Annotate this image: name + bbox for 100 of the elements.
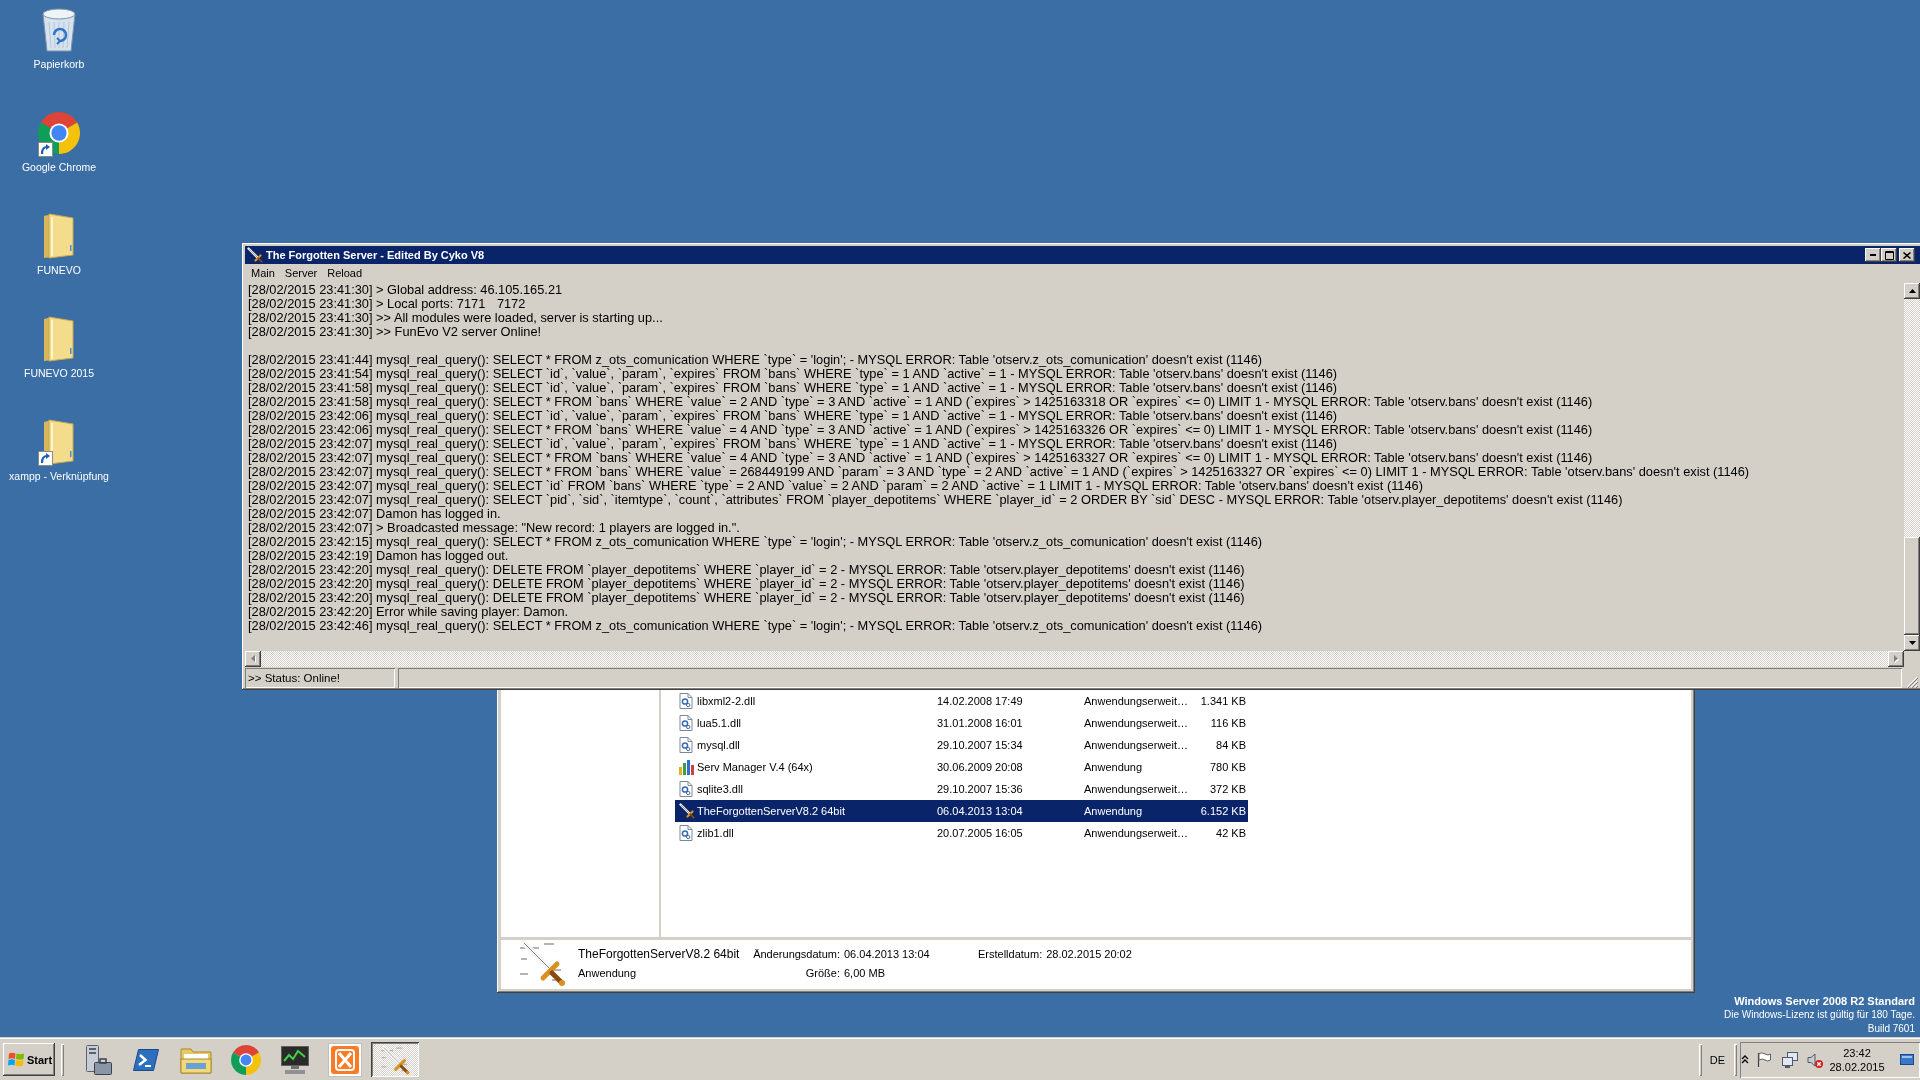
scroll-down-button[interactable]: [1904, 635, 1920, 651]
log-line: [28/02/2015 23:42:06] mysql_real_query(): SELECT * FROM `bans` WHERE `value` = 4 AND `type` = 3 AND `active` = 1 AND (`expires` > 1425163326 OR `expires` <= 0) LIMIT 1 - MYSQL ERROR: Table 'otserv.bans' doesn't exist (1146): [248, 423, 1593, 437]
document-icon: [679, 715, 693, 731]
file-date: 29.10.2007 15:36: [937, 783, 1023, 795]
flag-icon[interactable]: [1757, 1052, 1771, 1067]
file-row[interactable]: lua5.1.dll 31.01.2008 16:01 Anwendungserweit… 116 KB: [675, 712, 1248, 734]
log-line: [28/02/2015 23:42:20] mysql_real_query(): DELETE FROM `player_depotitems` WHERE `player_id` = 2 - MYSQL ERROR: Table 'otserv.player_depotitems' doesn't exist (1146): [248, 591, 1245, 605]
file-date: 30.06.2009 20:08: [937, 761, 1023, 773]
file-name: Serv Manager V.4 (64x): [697, 761, 813, 773]
details-file-name: TheForgottenServerV8.2 64bit: [578, 946, 740, 961]
sword-icon: [247, 247, 263, 263]
close-button[interactable]: [1899, 248, 1915, 262]
folder-icon[interactable]: [180, 1045, 212, 1074]
log-line: [28/02/2015 23:41:30] > Global address: 46.105.165.21: [248, 283, 563, 297]
file-size: 42 KB: [1216, 827, 1246, 839]
log-line: [28/02/2015 23:42:07] mysql_real_query(): SELECT * FROM `bans` WHERE `value` = 4 AND `type` = 3 AND `active` = 1 AND (`expires` > 1425163327 OR `expires` <= 0) LIMIT 1 - MYSQL ERROR: Table 'otserv.bans' doesn't exist (1146): [248, 451, 1593, 465]
file-date: 31.01.2008 16:01: [937, 717, 1023, 729]
show-desktop-icon[interactable]: [1900, 1054, 1914, 1065]
start-button[interactable]: Start: [3, 1043, 55, 1076]
app-tile-icon[interactable]: [327, 1042, 362, 1077]
recycle-bin-icon: [41, 8, 77, 52]
horizontal-scrollbar[interactable]: [245, 651, 1904, 667]
file-date: 06.04.2013 13:04: [937, 805, 1023, 817]
log-line: [28/02/2015 23:42:07] mysql_real_query(): SELECT `id` FROM `bans` WHERE `type` = 2 AND `value` = 2 AND `param` = 2 AND `active` = 1 LIMIT 1 - MYSQL ERROR: Table 'otserv.bans' doesn't exist (1146): [248, 479, 1423, 493]
property-label: Erstelldatum:: [978, 947, 1043, 960]
network-icon[interactable]: [1782, 1051, 1798, 1068]
file-size: 84 KB: [1216, 739, 1246, 751]
command-prompt-icon[interactable]: [133, 1048, 160, 1071]
log-line: [28/02/2015 23:42:20] mysql_real_query(): DELETE FROM `player_depotitems` WHERE `player_id` = 2 - MYSQL ERROR: Table 'otserv.player_depotitems' doesn't exist (1146): [248, 563, 1245, 577]
down-arrow-icon: [1908, 641, 1916, 645]
property-value: 06.04.2013 13:04: [844, 947, 930, 960]
file-row[interactable]: zlib1.dll 20.07.2005 16:05 Anwendungserweit… 42 KB: [675, 822, 1248, 844]
scrollbar-thumb[interactable]: [1904, 537, 1920, 635]
file-date: 29.10.2007 15:34: [937, 739, 1023, 751]
speaker-muted-icon[interactable]: [1807, 1051, 1823, 1068]
file-row[interactable]: Serv Manager V.4 (64x) 30.06.2009 20:08 Anwendung 780 KB: [675, 756, 1248, 778]
file-size: 6.152 KB: [1200, 805, 1246, 817]
log-line: [28/02/2015 23:42:07] mysql_real_query(): SELECT `pid`, `sid`, `itemtype`, `count`, `attributes` FROM `player_depotitems` WHERE `player_id` = 2 ORDER BY `sid` DESC - MYSQL ERROR: Table 'otserv.player_depotitems' doesn't exist (1146): [248, 493, 1623, 507]
desktop-item[interactable]: Google Chrome: [21, 109, 97, 174]
close-icon: [1903, 251, 1911, 259]
windows-logo-icon: [8, 1052, 24, 1067]
desktop-item[interactable]: FUNEVO 2015: [24, 315, 94, 380]
taskbar-button[interactable]: [370, 1042, 419, 1077]
file-type: Anwendung: [1084, 805, 1143, 817]
monitor-icon[interactable]: [280, 1045, 311, 1074]
log-line: [28/02/2015 23:42:07] mysql_real_query(): SELECT * FROM `bans` WHERE `value` = 268449199 AND `param` = 3 AND `type` = 2 AND `active` = 1 AND (`expires` > 1425163327 OR `expires` <= 0) LIMIT 1 - MYSQL ERROR: Table 'otserv.bans' doesn't exist (1146): [248, 465, 1750, 479]
log-line: [28/02/2015 23:42:07] > Broadcasted message: "New record: 1 players are logged in.".: [248, 521, 740, 535]
menu-item[interactable]: Reload: [322, 265, 368, 282]
document-icon: [679, 737, 693, 753]
file-date: 20.07.2005 16:05: [937, 827, 1023, 839]
file-size: 372 KB: [1209, 783, 1246, 795]
document-icon: [679, 693, 693, 709]
file-size: 1.341 KB: [1200, 695, 1246, 707]
property-value: 28.02.2015 20:02: [1046, 947, 1132, 960]
log-line: [28/02/2015 23:42:20] Error while saving player: Damon.: [248, 605, 569, 619]
browser-icon[interactable]: [230, 1044, 261, 1075]
scroll-left-button[interactable]: [245, 651, 261, 667]
file-type: Anwendung: [1084, 761, 1143, 773]
log-line: [28/02/2015 23:42:07] mysql_real_query(): SELECT `id`, `value`, `param`, `expires` FROM `bans` WHERE `type` = 1 AND `active` = 1 - MYSQL ERROR: Table 'otserv.bans' doesn't exist (1146): [248, 437, 1338, 451]
sword-icon: [379, 1044, 410, 1075]
file-type: Anwendungserweit…: [1084, 717, 1188, 729]
file-name: zlib1.dll: [697, 827, 734, 839]
file-row[interactable]: TheForgottenServerV8.2 64bit 06.04.2013 13:04 Anwendung 6.152 KB: [675, 800, 1248, 822]
os-edition: Windows Server 2008 R2 Standard: [1734, 994, 1915, 1008]
build-number: Build 7601: [1867, 1022, 1915, 1036]
up-arrow-icon: [1908, 289, 1916, 293]
file-date: 14.02.2008 17:49: [937, 695, 1023, 707]
file-type: Anwendungserweit…: [1084, 739, 1188, 751]
log-line: [28/02/2015 23:42:19] Damon has logged out.: [248, 549, 509, 563]
menu-item[interactable]: Server: [279, 265, 323, 282]
file-row[interactable]: mysql.dll 29.10.2007 15:34 Anwendungserweit… 84 KB: [675, 734, 1248, 756]
maximize-button[interactable]: [1881, 248, 1897, 262]
language-indicator[interactable]: DE: [1709, 1053, 1725, 1066]
scroll-up-button[interactable]: [1904, 283, 1920, 299]
file-type: Anwendungserweit…: [1084, 783, 1188, 795]
folder-icon: [43, 419, 75, 465]
bar-chart-icon: [679, 759, 694, 775]
license-notice: Die Windows-Lizenz ist gültig für 180 Tage.: [1723, 1008, 1915, 1022]
file-name: mysql.dll: [697, 739, 740, 751]
document-icon: [679, 781, 693, 797]
file-size: 780 KB: [1209, 761, 1246, 773]
property-value: 6,00 MB: [844, 966, 885, 979]
desktop-item[interactable]: FUNEVO: [35, 212, 83, 277]
log-line: [28/02/2015 23:41:54] mysql_real_query(): SELECT `id`, `value`, `param`, `expires` FROM `bans` WHERE `type` = 1 AND `active` = 1 - MYSQL ERROR: Table 'otserv.bans' doesn't exist (1146): [248, 367, 1338, 381]
property-label: Größe:: [805, 966, 840, 979]
vertical-scrollbar[interactable]: [1904, 283, 1920, 651]
file-row[interactable]: sqlite3.dll 29.10.2007 15:36 Anwendungserweit… 372 KB: [675, 778, 1248, 800]
resize-grip-icon[interactable]: [1906, 676, 1918, 688]
file-row[interactable]: libxml2-2.dll 14.02.2008 17:49 Anwendungserweit… 1.341 KB: [675, 690, 1248, 712]
log-line: [28/02/2015 23:42:15] mysql_real_query(): SELECT * FROM z_ots_comunication WHERE `type` = 'login'; - MYSQL ERROR: Table 'otserv.z_ots_comunication' doesn't exist (1146): [248, 535, 1263, 549]
file-name: libxml2-2.dll: [697, 695, 756, 707]
sword-icon: [679, 803, 695, 819]
desktop-item[interactable]: Papierkorb: [33, 6, 85, 71]
desktop-item[interactable]: xampp - Verknüpfung: [9, 418, 109, 483]
log-line: [28/02/2015 23:42:06] mysql_real_query(): SELECT `id`, `value`, `param`, `expires` FROM `bans` WHERE `type` = 1 AND `active` = 1 - MYSQL ERROR: Table 'otserv.bans' doesn't exist (1146): [248, 409, 1338, 423]
scroll-right-button[interactable]: [1888, 651, 1904, 667]
chevron-up-icon[interactable]: [1741, 1055, 1749, 1064]
maximize-icon: [1884, 250, 1894, 260]
minimize-button[interactable]: [1865, 248, 1881, 262]
menu-item[interactable]: Main: [246, 265, 280, 282]
